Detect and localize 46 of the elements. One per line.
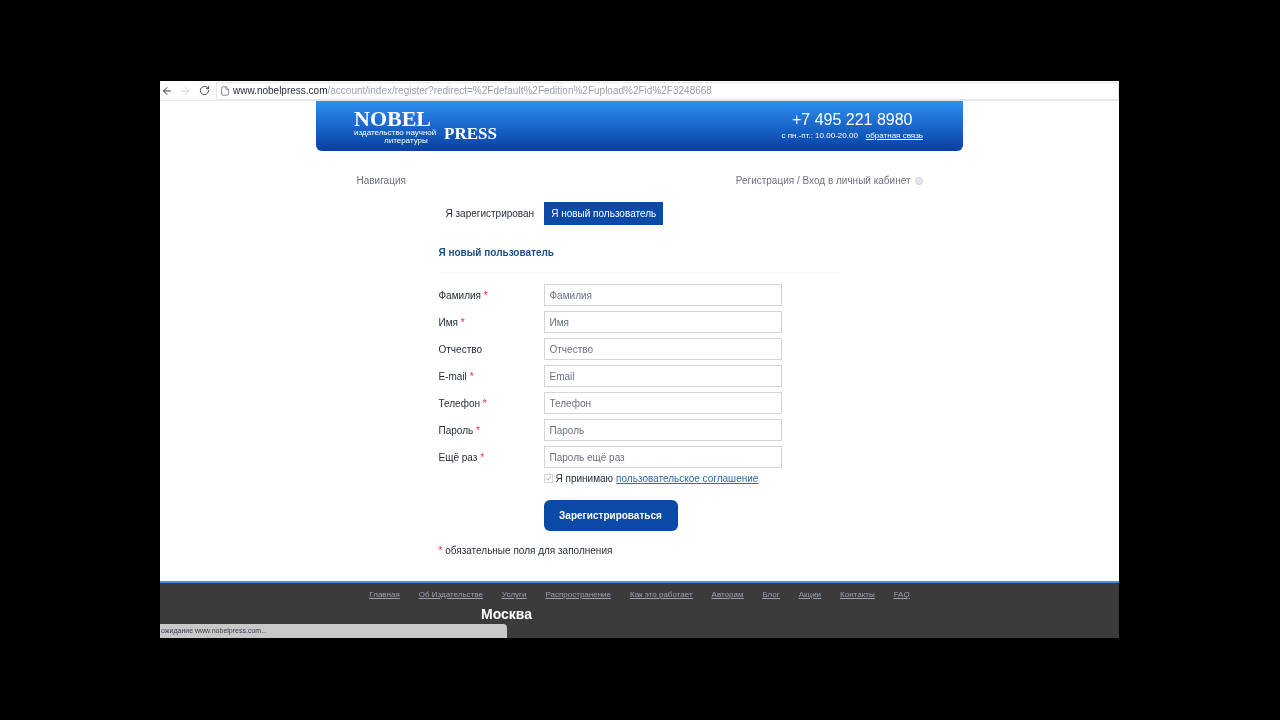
input-field[interactable]: Отчество <box>543 338 782 360</box>
input-field[interactable]: Email <box>543 365 782 387</box>
footer-link[interactable]: Главная <box>369 589 400 601</box>
input-field[interactable]: Фамилия <box>543 284 782 306</box>
navigation-link[interactable]: Навигация <box>356 173 406 188</box>
forward-icon[interactable] <box>179 84 191 97</box>
working-hours: с пн.-пт.: 10.00-20.00 <box>781 130 858 142</box>
feedback-link[interactable]: обратная связь <box>865 130 923 142</box>
input-field[interactable]: Пароль <box>543 419 782 441</box>
input-field[interactable]: Имя <box>543 311 782 333</box>
agree-checkbox[interactable] <box>543 474 553 483</box>
footer-link[interactable]: Распространение <box>545 589 611 601</box>
address-bar[interactable]: www.nobelpress.com/account/index/register?redirect=%2Fdefault%2Fedition%2Fupload%2Fid%2F3248668 <box>216 81 1119 100</box>
agree-text: Я принимаю <box>555 472 614 486</box>
url-path: /account/index/register?redirect=%2Fdefault%2Fedition%2Fupload%2Fid%2F3248668 <box>327 84 712 98</box>
footer-link[interactable]: Авторам <box>711 589 744 601</box>
field-label: Пароль * <box>438 423 481 438</box>
tab[interactable]: Я новый пользователь <box>544 202 664 225</box>
back-icon[interactable] <box>161 84 173 97</box>
input-field[interactable]: Телефон <box>543 392 782 414</box>
footer-link[interactable]: Блог <box>762 589 780 601</box>
field-label: E-mail * <box>438 369 475 384</box>
field-label: Отчество <box>438 342 483 357</box>
field-label: Телефон * <box>438 396 488 411</box>
url-host: www.nobelpress.com <box>233 84 328 98</box>
field-label: Имя * <box>438 315 466 330</box>
field-label: Ещё раз * <box>438 450 486 465</box>
footer-link[interactable]: Акции <box>798 589 822 601</box>
footer-link[interactable]: FAQ <box>893 589 910 601</box>
footer-link[interactable]: Как это работает <box>630 589 693 601</box>
reload-icon[interactable] <box>199 85 210 96</box>
register-button[interactable]: Зарегистрироваться <box>543 500 678 531</box>
footer-link[interactable]: Контакты <box>840 589 875 601</box>
field-label: Фамилия * <box>438 288 489 303</box>
required-note: * обязательные поля для заполнения <box>438 544 614 558</box>
input-field[interactable]: Пароль ещё раз <box>543 446 782 468</box>
agreement-link[interactable]: пользовательское соглашение <box>616 471 759 486</box>
footer-link[interactable]: Услуги <box>501 589 527 601</box>
form-title: Я новый пользователь <box>438 245 841 273</box>
tab[interactable]: Я зарегистрирован <box>438 202 542 225</box>
page-icon <box>220 85 230 96</box>
city-name: Москва <box>481 605 532 624</box>
phone-number: +7 495 221 8980 <box>791 110 913 130</box>
toggle-icon[interactable] <box>914 176 923 185</box>
footer-link[interactable]: Об Издательстве <box>418 589 483 601</box>
login-link[interactable]: Регистрация / Вход в личный кабинет <box>735 173 911 188</box>
